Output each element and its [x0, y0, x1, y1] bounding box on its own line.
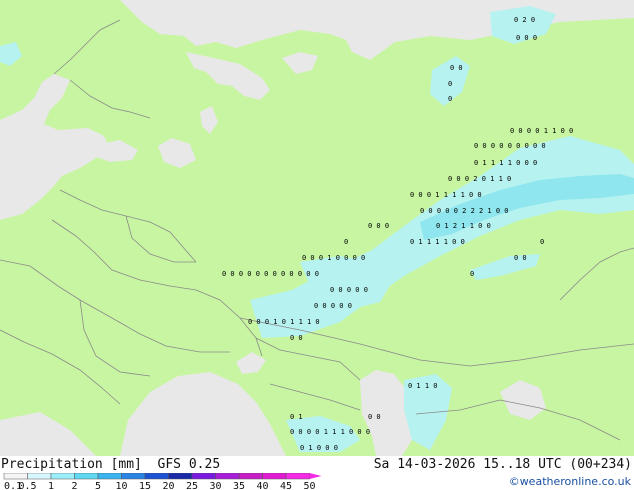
precip-value-19: 0 [470, 270, 474, 278]
scale-box-8 [191, 473, 216, 480]
precip-value-4: 0 [448, 95, 452, 103]
precip-value-3: 0 [448, 80, 452, 88]
map-footer: Precipitation [mm] GFS 0.25 Sa 14-03-202… [0, 456, 634, 490]
precip-value-24: 0 1 1 0 [408, 382, 438, 390]
scale-box-12 [285, 473, 310, 480]
precip-value-22: 0 0 0 1 0 1 1 1 0 [248, 318, 320, 326]
scale-box-3 [74, 473, 99, 480]
scale-box-2 [50, 473, 75, 480]
scale-label-5: 10 [115, 481, 127, 490]
color-scale-labels: 0.10.5 1 2 5 10 15 20 25 30 35 40 45 50 [4, 481, 316, 490]
scale-box-5 [121, 473, 146, 480]
precip-value-16: 0 0 0 1 0 0 0 0 [302, 254, 365, 262]
scale-box-9 [215, 473, 240, 480]
precip-value-9: 0 0 0 1 1 1 1 0 0 [410, 191, 482, 199]
precip-value-26: 0 0 [368, 413, 381, 421]
precip-value-28: 0 1 0 0 0 [300, 444, 338, 452]
precip-value-8: 0 0 0 2 0 1 1 0 [448, 175, 511, 183]
precip-value-25: 0 1 [290, 413, 303, 421]
precip-value-17: 0 0 [514, 254, 527, 262]
scale-label-6: 15 [139, 481, 151, 490]
scale-box-0 [3, 473, 28, 480]
scale-label-10: 35 [233, 481, 245, 490]
precip-value-12: 0 0 0 [368, 222, 389, 230]
scale-box-11 [262, 473, 287, 480]
map-title: Precipitation [mm] GFS 0.25 [1, 457, 221, 472]
scale-label-3: 2 [71, 481, 77, 490]
scale-box-4 [97, 473, 122, 480]
precip-value-6: 0 0 0 0 0 0 0 0 0 [474, 142, 546, 150]
scale-label-12: 45 [280, 481, 292, 490]
precip-value-11: 0 1 2 1 1 0 0 [436, 222, 491, 230]
scale-label-9: 30 [209, 481, 221, 490]
precip-value-27: 0 0 0 0 1 1 1 0 0 0 [290, 428, 370, 436]
valid-time: Sa 14-03-2026 15..18 UTC (00+234) [373, 457, 632, 472]
color-scale-boxes [3, 473, 322, 480]
precip-value-14: 0 [344, 238, 348, 246]
scale-label-11: 40 [256, 481, 268, 490]
scale-box-10 [238, 473, 263, 480]
precip-value-18: 0 0 0 0 0 0 0 0 0 0 0 0 [222, 270, 319, 278]
precip-value-15: 0 [540, 238, 544, 246]
precip-value-0: 0 2 0 [514, 16, 535, 24]
scale-label-13: 50 [303, 481, 315, 490]
precip-value-7: 0 1 1 1 1 0 0 0 [474, 159, 537, 167]
scale-label-7: 20 [162, 481, 174, 490]
weather-map: 0 2 0 0 0 0 0 0 0 0 0 0 0 0 1 1 0 0 0 0 0 0 0 … [0, 0, 634, 456]
scale-label-2: 1 [48, 481, 54, 490]
scale-box-6 [144, 473, 169, 480]
scale-arrow [309, 473, 322, 479]
scale-label-4: 5 [95, 481, 101, 490]
precip-value-2: 0 0 [450, 64, 463, 72]
precip-value-5: 0 0 0 0 1 1 0 0 [510, 127, 573, 135]
scale-label-1: 0.5 [18, 481, 36, 490]
scale-box-7 [168, 473, 193, 480]
precip-value-20: 0 0 0 0 0 [330, 286, 368, 294]
credit-link[interactable]: ©weatheronline.co.uk [509, 475, 631, 488]
scale-label-8: 25 [186, 481, 198, 490]
color-scale: 0.10.5 1 2 5 10 15 20 25 30 35 40 45 50 [3, 473, 322, 490]
precip-value-1: 0 0 0 [516, 34, 537, 42]
precip-value-21: 0 0 0 0 0 [314, 302, 352, 310]
precip-value-10: 0 0 0 0 0 2 2 2 1 0 0 [420, 207, 509, 215]
precip-value-13: 0 1 1 1 1 0 0 [410, 238, 465, 246]
precip-value-23: 0 0 [290, 334, 303, 342]
scale-box-1 [27, 473, 52, 480]
